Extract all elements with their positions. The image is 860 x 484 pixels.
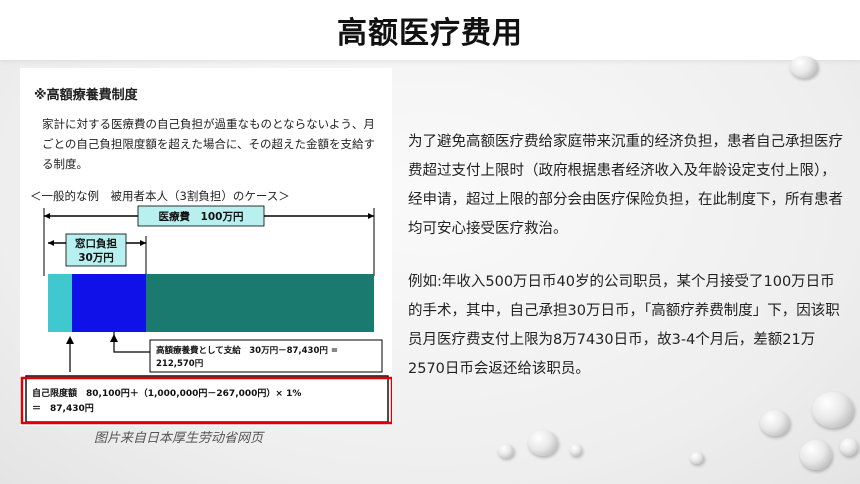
total-arrow-left [44,213,50,219]
window-label-line1: 窓口負担 [75,237,117,250]
droplet-decoration [498,444,514,458]
droplet-decoration [528,430,558,456]
benefit-note-line1: 高額療養費として支給 30万円－87,430円 = [156,345,338,356]
window-label-line2: 30万円 [78,252,114,264]
window-arrow-left [48,240,54,246]
limit-up-arrow-head [66,336,74,344]
limit-box-outer [25,375,389,423]
total-label: 医療費 100万円 [159,210,244,223]
droplet-decoration [760,410,790,436]
benefit-connector [113,332,150,353]
image-caption: 图片来自日本厚生劳动省网页 [94,431,264,446]
droplet-decoration [690,452,704,464]
droplet-decoration [570,444,582,456]
benefit-up-arrow-head [110,334,118,342]
droplet-decoration [840,438,858,456]
limit-box-highlight [20,376,392,425]
explanation-text: 为了避免高额医疗费给家庭带来沉重的经济负担，患者自己承担医疗费超过支付上限时（政… [408,128,848,408]
limit-line2: ＝ 87,430円 [32,403,94,414]
explanation-paragraph-2: 例如:年收入500万日币40岁的公司职员，某个月接受了100万日币的手术，其中，… [408,274,840,377]
explanation-paragraph-1: 为了避免高额医疗费给家庭带来沉重的经济负担，患者自己承担医疗费超过支付上限时（政… [408,134,843,237]
bar-segment-insurance [146,274,374,332]
droplet-decoration [812,392,854,428]
cost-breakdown-diagram: 医療費 100万円 窓口負担 30万円 高額療養費として支給 30万円－87,4… [20,205,392,425]
window-arrow-right [140,240,146,246]
bar-segment-refund [72,274,146,332]
limit-line1: 自己限度額 80,100円＋（1,000,000円－267,000円）× 1% [32,387,301,399]
droplet-decoration [800,440,832,470]
bar-segment-self-limit [48,274,72,332]
slide-title: 高额医疗费用 [337,16,523,51]
benefit-note-line2: 212,570円 [156,359,203,369]
document-image: ※高額療養費制度 家計に対する医療費の自己負担が過重なものとならないよう、月ごと… [20,68,392,426]
total-arrow-right [368,213,374,219]
droplet-decoration [790,56,818,78]
